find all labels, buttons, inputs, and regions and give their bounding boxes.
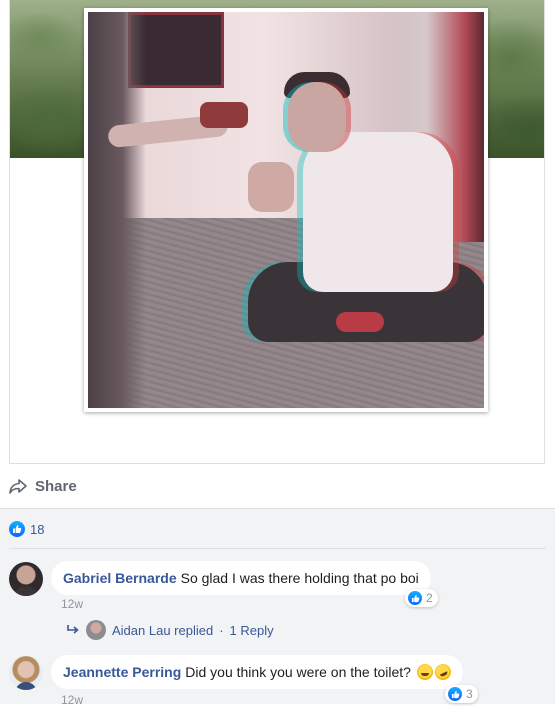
comment-timestamp[interactable]: 12w: [61, 693, 83, 707]
comment-text: Did you think you were on the toilet?: [185, 664, 411, 680]
comment: Gabriel Bernarde So glad I was there hold…: [9, 561, 431, 596]
comment: Jeannette Perring Did you think you were …: [9, 655, 463, 690]
profile-photo[interactable]: [88, 12, 484, 408]
comment-bubble: Gabriel Bernarde So glad I was there hold…: [51, 561, 431, 595]
photo-person-shoe: [336, 312, 384, 332]
reply-count: 1 Reply: [229, 622, 274, 638]
avatar[interactable]: [9, 562, 43, 596]
reply-separator: ·: [219, 622, 224, 638]
comment-author[interactable]: Gabriel Bernarde: [63, 570, 177, 586]
comment-like-count: 2: [426, 591, 433, 605]
comment-bubble: Jeannette Perring Did you think you were …: [51, 655, 463, 689]
post-media-card: [9, 0, 545, 464]
reply-avatar: [86, 620, 106, 640]
comment-like-count: 3: [466, 687, 473, 701]
view-replies-link[interactable]: Aidan Lau replied · 1 Reply: [66, 620, 274, 640]
photo-person-hands: [248, 162, 294, 212]
rolling-laughing-emoji-icon: [432, 661, 454, 683]
share-arrow-icon: [9, 479, 27, 494]
like-reaction-icon: [9, 521, 25, 537]
like-reaction-icon: [408, 591, 422, 605]
profile-photo-frame[interactable]: [84, 8, 488, 412]
photo-held-food: [200, 102, 248, 128]
reaction-count: 18: [30, 521, 45, 537]
reply-author-text: Aidan Lau replied: [112, 622, 214, 638]
like-reaction-icon: [448, 687, 462, 701]
comment-text: So glad I was there holding that po boi: [180, 570, 419, 586]
avatar[interactable]: [9, 656, 43, 690]
laughing-tears-emoji-icon: [416, 664, 433, 680]
comment-timestamp[interactable]: 12w: [61, 597, 83, 611]
comment-reaction-pill[interactable]: 3: [445, 685, 478, 703]
comment-reaction-pill[interactable]: 2: [405, 589, 438, 607]
post-reactions[interactable]: 18: [9, 521, 44, 537]
photo-person-torso: [303, 132, 453, 292]
share-button[interactable]: Share: [8, 472, 77, 500]
photo-person-head: [288, 82, 346, 152]
photo-bystander-left: [88, 12, 146, 408]
comment-author[interactable]: Jeannette Perring: [63, 664, 181, 680]
divider: [9, 548, 546, 549]
comments-section: 18 Gabriel Bernarde So glad I was there h…: [0, 508, 555, 707]
share-label: Share: [35, 477, 77, 495]
reply-arrow-icon: [67, 625, 79, 634]
